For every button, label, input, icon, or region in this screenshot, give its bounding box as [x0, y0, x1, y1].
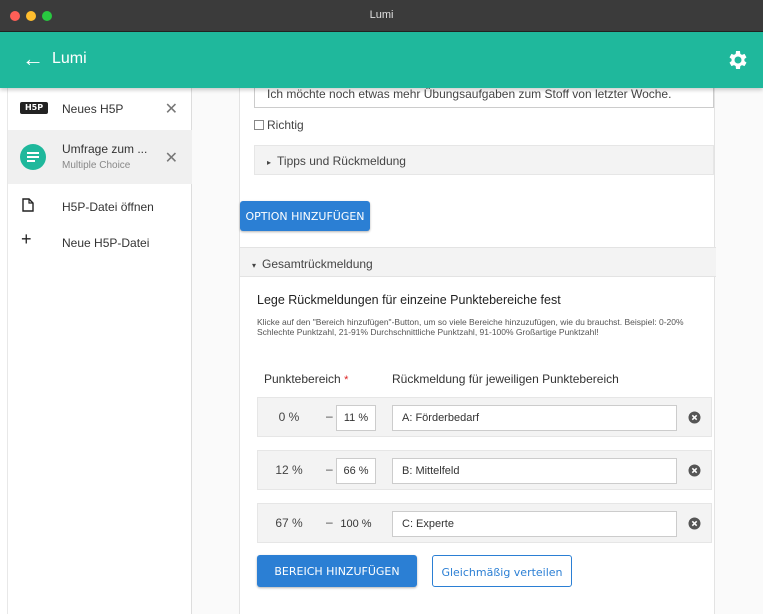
- range-dash: –: [326, 462, 333, 476]
- range-column-label: Punktebereich: [264, 372, 341, 386]
- h5p-logo-icon: H5P: [20, 102, 48, 114]
- range-from: 12 %: [275, 463, 303, 477]
- correct-checkbox[interactable]: Richtig: [254, 118, 304, 132]
- window-title: Lumi: [369, 9, 394, 21]
- close-icon[interactable]: ✕: [165, 99, 178, 119]
- app-bar: ← Lumi: [0, 32, 763, 88]
- feedback-heading: Lege Rückmeldungen für einzeine Punktebe…: [257, 293, 561, 307]
- sidebar-item-label: H5P-Datei öffnen: [62, 200, 154, 214]
- sidebar-item-sublabel: Multiple Choice: [62, 160, 131, 171]
- range-column-header: Punktebereich *: [264, 372, 348, 386]
- file-icon: [22, 198, 34, 212]
- sidebar-item-umfrage[interactable]: Umfrage zum ... Multiple Choice ✕: [8, 130, 192, 184]
- required-marker: *: [344, 374, 349, 386]
- add-range-button[interactable]: BEREICH HINZUFÜGEN: [257, 555, 417, 587]
- remove-range-icon[interactable]: [688, 517, 701, 530]
- range-feedback-input[interactable]: B: Mittelfeld: [392, 458, 677, 484]
- editor-panel: Ich möchte noch etwas mehr Übungsaufgabe…: [239, 78, 716, 614]
- feedback-description: Klicke auf den "Bereich hinzufügen"-Butt…: [257, 317, 684, 337]
- chevron-right-icon: ▸: [267, 158, 272, 167]
- sidebar-item-open-file[interactable]: H5P-Datei öffnen: [8, 191, 192, 223]
- range-to-value: 100 %: [340, 518, 372, 530]
- checkbox-icon: [254, 120, 264, 130]
- window-left-edge: [0, 88, 8, 614]
- sidebar-item-neues-h5p[interactable]: H5P Neues H5P ✕: [8, 88, 192, 130]
- close-icon[interactable]: ✕: [165, 148, 178, 168]
- sidebar-item-new-file[interactable]: + Neue H5P-Datei: [8, 226, 192, 258]
- range-row: 67 % – 100 % C: Experte: [257, 503, 712, 543]
- add-option-button[interactable]: OPTION HINZUFÜGEN: [240, 201, 370, 231]
- multiple-choice-icon: [20, 144, 46, 170]
- app-title: Lumi: [52, 50, 87, 67]
- sidebar-item-label: Umfrage zum ...: [62, 142, 148, 156]
- overall-feedback-toggle[interactable]: ▾ Gesamtrückmeldung: [240, 247, 716, 277]
- sidebar-item-label: Neues H5P: [62, 102, 124, 116]
- range-dash: –: [326, 515, 333, 529]
- range-row: 0 % – 11 % A: Förderbedarf: [257, 397, 712, 437]
- range-feedback-input[interactable]: C: Experte: [392, 511, 677, 537]
- chevron-down-icon: ▾: [252, 261, 257, 270]
- range-feedback-input[interactable]: A: Förderbedarf: [392, 405, 677, 431]
- overall-feedback-label: Gesamtrückmeldung: [262, 257, 373, 271]
- range-row: 12 % – 66 % B: Mittelfeld: [257, 450, 712, 490]
- arrow-left-icon[interactable]: ←: [22, 45, 44, 73]
- remove-range-icon[interactable]: [688, 411, 701, 424]
- plus-icon: +: [21, 229, 32, 249]
- range-dash: –: [326, 409, 333, 423]
- correct-label: Richtig: [267, 118, 304, 132]
- range-to-input[interactable]: 66 %: [336, 458, 376, 484]
- range-from: 67 %: [275, 516, 303, 530]
- sidebar: H5P Neues H5P ✕ Umfrage zum ... Multiple…: [8, 88, 192, 614]
- sidebar-item-label: Neue H5P-Datei: [62, 236, 150, 250]
- distribute-evenly-button[interactable]: Gleichmäßig verteilen: [432, 555, 572, 587]
- tips-label: Tipps und Rückmeldung: [277, 154, 406, 168]
- remove-range-icon[interactable]: [688, 464, 701, 477]
- window-titlebar: Lumi: [0, 0, 763, 32]
- range-from: 0 %: [278, 410, 300, 424]
- tips-feedback-toggle[interactable]: ▸ Tipps und Rückmeldung: [254, 145, 714, 175]
- feedback-column-header: Rückmeldung für jeweiligen Punktebereich: [392, 372, 619, 386]
- main-area: Ich möchte noch etwas mehr Übungsaufgabe…: [192, 78, 763, 614]
- range-to-input[interactable]: 11 %: [336, 405, 376, 431]
- gear-icon[interactable]: [725, 48, 749, 72]
